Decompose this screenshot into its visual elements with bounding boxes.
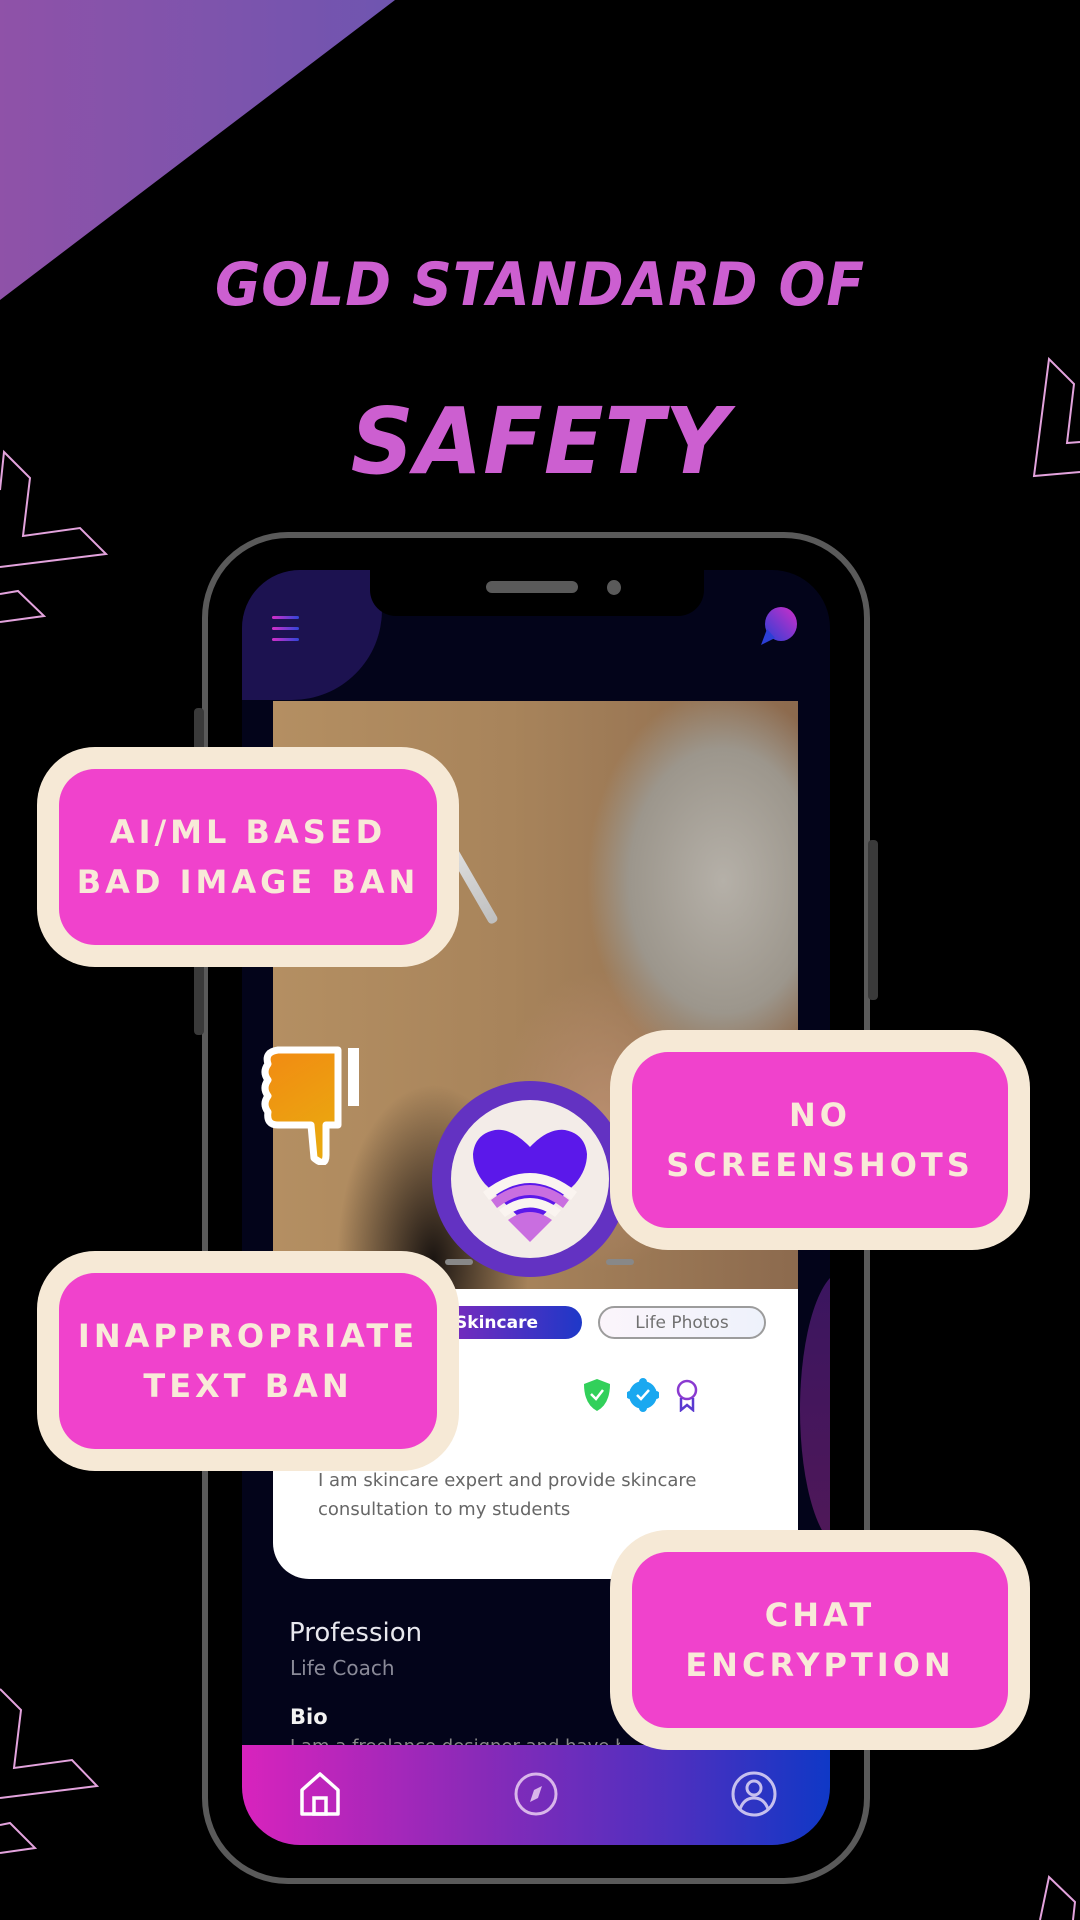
feature-label: AI/ML BASED BAD IMAGE BAN	[59, 769, 437, 945]
decorative-outline-shape-left-bottom	[0, 1680, 120, 1880]
chat-bubble-icon[interactable]	[757, 605, 799, 647]
compass-icon[interactable]	[512, 1770, 560, 1818]
feature-callout-text-ban: INAPPROPRIATE TEXT BAN	[37, 1251, 459, 1471]
side-blob-decoration	[800, 1270, 830, 1550]
header-blob-decoration	[242, 570, 382, 700]
profession-value: Life Coach	[290, 1656, 395, 1680]
feature-callout-no-screenshots: NO SCREENSHOTS	[610, 1030, 1030, 1250]
profession-label: Profession	[289, 1618, 423, 1648]
feature-label: NO SCREENSHOTS	[632, 1052, 1008, 1228]
carousel-indicator[interactable]	[445, 1259, 473, 1265]
verified-badge-icon	[626, 1378, 660, 1412]
shield-check-icon	[582, 1378, 612, 1412]
tag-life-photos[interactable]: Life Photos	[598, 1306, 766, 1339]
phone-camera	[607, 580, 621, 595]
award-ribbon-icon	[672, 1378, 702, 1413]
heart-wifi-logo	[432, 1081, 628, 1277]
headline-line-1: GOLD STANDARD OF	[215, 250, 865, 320]
carousel-indicator[interactable]	[606, 1259, 634, 1265]
phone-notch	[370, 570, 704, 616]
home-icon[interactable]	[296, 1770, 344, 1818]
phone-power-button	[868, 840, 878, 1000]
headline-line-2: SAFETY	[350, 388, 730, 495]
feature-label: INAPPROPRIATE TEXT BAN	[59, 1273, 437, 1449]
card-bio-text: I am skincare expert and provide skincar…	[318, 1470, 697, 1520]
feature-callout-chat-encryption: CHAT ENCRYPTION	[610, 1530, 1030, 1750]
feature-callout-image-ban: AI/ML BASED BAD IMAGE BAN	[37, 747, 459, 967]
bio-label: Bio	[290, 1705, 328, 1729]
phone-speaker	[486, 581, 578, 593]
hamburger-menu-icon[interactable]	[272, 616, 300, 642]
user-circle-icon[interactable]	[730, 1770, 778, 1818]
decorative-outline-shape-right-bottom	[1030, 1870, 1080, 1920]
thumbs-down-icon	[256, 1040, 366, 1166]
bio-preview-text: I am a freelance designer and have been	[290, 1736, 620, 1745]
feature-label: CHAT ENCRYPTION	[632, 1552, 1008, 1728]
